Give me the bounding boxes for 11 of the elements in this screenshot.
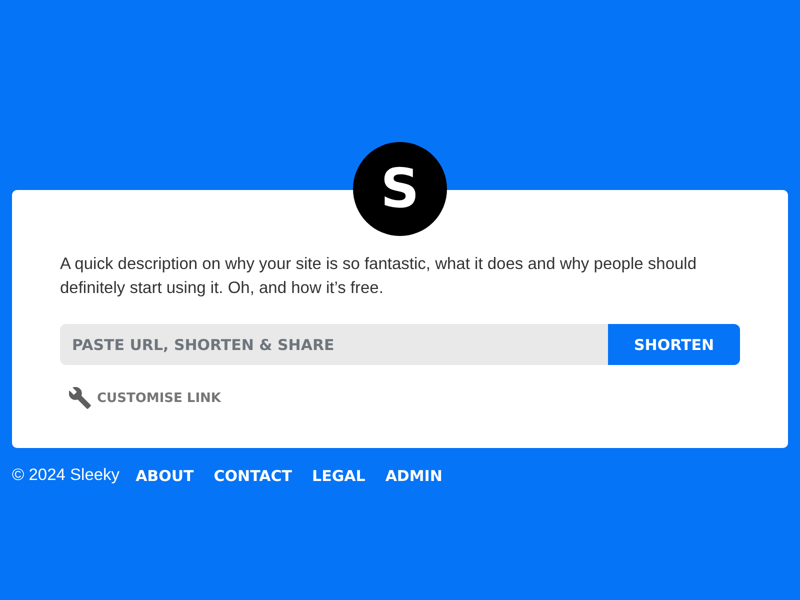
customise-link[interactable]: CUSTOMISE LINK <box>97 390 221 406</box>
wrench-icon[interactable] <box>69 387 91 409</box>
footer-link[interactable]: ABOUT <box>136 466 194 484</box>
copyright-text: © 2024 Sleeky <box>12 466 120 485</box>
logo[interactable]: S <box>353 142 447 236</box>
url-input-field[interactable]: PASTE URL, SHORTEN & SHARE <box>60 324 608 365</box>
shorten-button[interactable]: SHORTEN <box>608 324 740 365</box>
footer-link[interactable]: ADMIN <box>385 466 442 484</box>
footer-link[interactable]: LEGAL <box>312 466 366 484</box>
description-text: A quick description on why your site is so fantastic, what it does and why people should definitely start using it. Oh, and how it’s free. <box>60 254 698 299</box>
footer-link[interactable]: CONTACT <box>214 466 292 484</box>
